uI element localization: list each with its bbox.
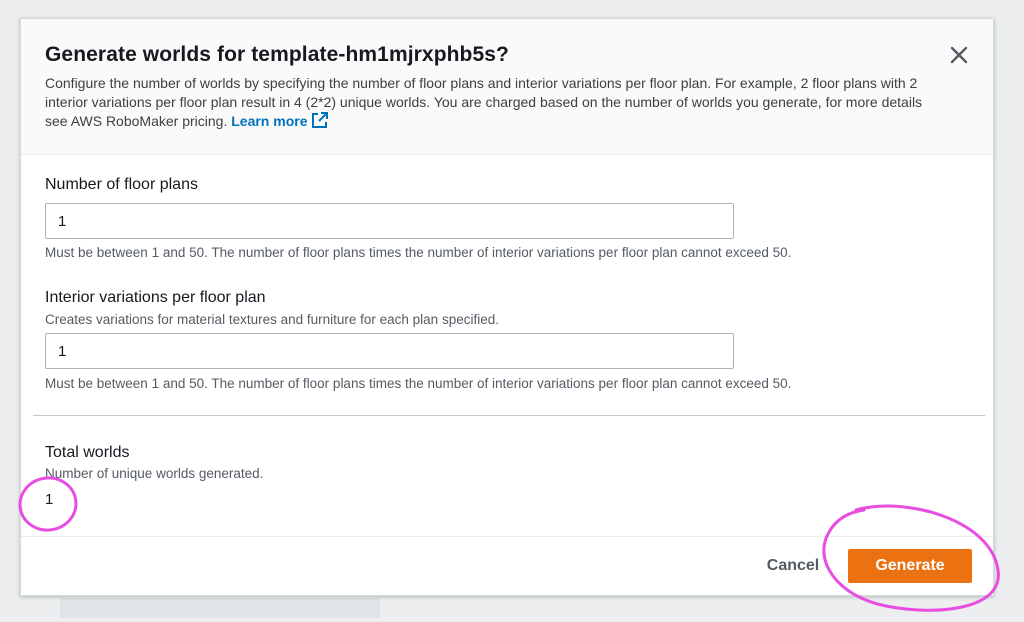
generate-button[interactable]: Generate: [848, 549, 972, 583]
interior-variations-input[interactable]: [45, 333, 734, 369]
close-button[interactable]: [947, 43, 971, 67]
total-worlds-description: Number of unique worlds generated.: [45, 466, 264, 481]
dialog-description: Configure the number of worlds by specif…: [45, 74, 945, 131]
interior-variations-constraint: Must be between 1 and 50. The number of …: [45, 376, 792, 391]
learn-more-label: Learn more: [231, 113, 308, 129]
cancel-button[interactable]: Cancel: [743, 549, 843, 583]
dialog-description-text: Configure the number of worlds by specif…: [45, 75, 923, 129]
floor-plans-input[interactable]: [45, 203, 734, 239]
floor-plans-label: Number of floor plans: [45, 176, 198, 193]
interior-variations-description: Creates variations for material textures…: [45, 312, 499, 327]
footer-divider: [21, 536, 993, 537]
dialog-title: Generate worlds for template-hm1mjrxphb5…: [45, 43, 509, 66]
interior-variations-label: Interior variations per floor plan: [45, 289, 266, 306]
close-icon: [950, 46, 968, 64]
total-worlds-label: Total worlds: [45, 444, 130, 461]
learn-more-link[interactable]: Learn more: [231, 112, 329, 129]
external-link-icon: [312, 112, 329, 128]
floor-plans-constraint: Must be between 1 and 50. The number of …: [45, 245, 792, 260]
section-divider: [33, 415, 985, 416]
total-worlds-value: 1: [45, 491, 54, 508]
generate-worlds-dialog: Generate worlds for template-hm1mjrxphb5…: [20, 18, 994, 596]
dialog-header: Generate worlds for template-hm1mjrxphb5…: [21, 19, 993, 155]
background-element: [60, 598, 380, 618]
